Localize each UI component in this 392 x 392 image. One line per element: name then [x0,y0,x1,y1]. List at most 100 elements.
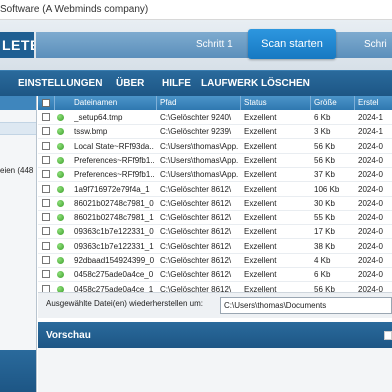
table-row[interactable]: Local State~RFf93da... C:\Users\thomas\Ap… [38,139,392,154]
status-dot-icon [57,171,64,179]
header-separator [240,96,241,110]
table-row[interactable]: 09363c1b7e122331_1 C:\Gelöschter 8612\ Exz… [38,239,392,254]
window-title: Software (A Webminds company) [0,4,149,15]
column-status[interactable]: Status [244,98,267,107]
row-status: Exzellent [244,113,277,122]
row-filename: 1a9f716972e79f4a_1 [74,184,150,194]
column-path[interactable]: Pfad [160,98,176,107]
row-path: C:\Gelöschter 9240\ [160,113,232,122]
row-status: Exzellent [244,241,277,251]
table-row[interactable]: _setup64.tmp C:\Gelöschter 9240\ Exzellent… [38,110,392,125]
row-path: C:\Users\thomas\App... [160,141,238,151]
status-dot-icon [57,142,64,150]
table-row[interactable]: 86021b02748c7981_0 C:\Gelöschter 8612\ Exz… [38,196,392,211]
table-row[interactable]: 09363c1b7e122331_0 C:\Gelöschter 8612\ Exz… [38,224,392,240]
scan-start-button[interactable]: Scan starten [248,29,336,59]
status-dot-icon [57,156,64,164]
row-size: 56 Kb [314,284,335,292]
row-checkbox[interactable] [42,256,50,264]
row-status: Exzellent [244,284,277,292]
title-bar: Software (A Webminds company) [0,0,392,20]
table-row[interactable]: 0458c275ade0a4ce_1 C:\Gelöschter 8612\ Exz… [38,282,392,292]
row-checkbox[interactable] [42,113,50,121]
row-path: C:\Gelöschter 8612\ [160,241,232,251]
row-size: 6 Kb [314,270,331,280]
table-row[interactable]: 0458c275ade0a4ce_0 C:\Gelöschter 8612\ Exz… [38,267,392,283]
table-row[interactable]: Preferences~RFf9fb1... C:\Users\thomas\Ap… [38,167,392,183]
row-filename: 0458c275ade0a4ce_0 [74,270,154,280]
row-size: 106 Kb [314,184,340,194]
row-checkbox[interactable] [42,184,50,193]
row-checkbox[interactable] [42,227,50,236]
row-checkbox[interactable] [42,127,50,136]
menu-settings[interactable]: EINSTELLUNGEN [18,78,102,89]
table-row[interactable]: tssw.bmp C:\Gelöschter 9239\ Exzellent 3 Kb… [38,124,392,140]
row-checkbox[interactable] [42,284,50,292]
status-dot-icon [57,257,64,264]
column-created[interactable]: Erstel [358,98,378,107]
row-created: 2024-0 [358,155,383,165]
preview-toggle-checkbox[interactable] [384,331,392,340]
row-created: 2024-0 [358,284,383,292]
row-size: 4 Kb [314,256,331,265]
row-filename: 86021b02748c7981_0 [74,198,154,208]
select-all-checkbox[interactable] [42,99,50,107]
row-status: Exzellent [244,213,277,223]
row-checkbox[interactable] [42,198,50,207]
row-filename: 0458c275ade0a4ce_1 [74,284,154,292]
row-size: 17 Kb [314,227,335,237]
restore-bar: Ausgewählte Datei(en) wiederherstellen u… [38,292,392,318]
row-path: C:\Gelöschter 8612\ [160,184,232,194]
status-dot-icon [57,199,64,207]
menu-about[interactable]: ÜBER [116,78,144,89]
menu-wipe-drive[interactable]: LAUFWERK LÖSCHEN [201,78,310,89]
step-2-label: Schri [364,39,387,50]
row-status: Exzellent [244,184,277,194]
row-created: 2024-0 [358,213,383,223]
row-checkbox[interactable] [42,170,50,179]
table-row[interactable]: 1a9f716972e79f4a_1 C:\Gelöschter 8612\ Exz… [38,182,392,197]
row-path: C:\Users\thomas\App... [160,170,238,180]
row-path: C:\Gelöschter 8612\ [160,270,232,280]
row-checkbox[interactable] [42,241,50,250]
table-row[interactable]: Preferences~RFf9fb1... C:\Users\thomas\Ap… [38,153,392,168]
column-size[interactable]: Größe [314,98,337,107]
table-row[interactable]: 92dbaad154924399_0 C:\Gelöschter 8612\ Exz… [38,253,392,268]
row-checkbox[interactable] [42,213,50,222]
row-created: 2024-0 [358,227,383,237]
menu-help[interactable]: HILFE [162,78,191,89]
row-checkbox[interactable] [42,155,50,164]
row-size: 38 Kb [314,241,335,251]
row-checkbox[interactable] [42,270,50,279]
preview-area [38,348,392,392]
file-table-header: Dateinamen Pfad Status Größe Erstel [38,96,392,110]
header-separator [354,96,355,110]
status-dot-icon [57,228,64,236]
row-path: C:\Gelöschter 9239\ [160,127,232,137]
row-filename: 92dbaad154924399_0 [74,256,154,265]
row-status: Exzellent [244,227,277,237]
status-dot-icon [57,242,64,250]
row-path: C:\Users\thomas\App... [160,155,238,165]
table-row[interactable]: 86021b02748c7981_1 C:\Gelöschter 8612\ Exz… [38,210,392,226]
status-dot-icon [57,114,64,121]
row-path: C:\Gelöschter 8612\ [160,284,232,292]
row-checkbox[interactable] [42,141,50,150]
row-path: C:\Gelöschter 8612\ [160,227,232,237]
row-size: 3 Kb [314,127,331,137]
restore-path-input[interactable] [220,297,392,314]
row-filename: Preferences~RFf9fb1... [74,155,154,165]
row-created: 2024-0 [358,198,383,208]
menu-bar: EINSTELLUNGEN ÜBER HILFE LAUFWERK LÖSCHE… [0,70,392,96]
header-separator [54,96,55,110]
row-status: Exzellent [244,198,277,208]
drive-tree-item-label[interactable]: eien (448 [0,166,33,175]
column-filename[interactable]: Dateinamen [74,98,117,107]
row-filename: 09363c1b7e122331_1 [74,241,154,251]
row-created: 2024-1 [358,127,383,137]
header-separator [156,96,157,110]
drive-tree-selected-item[interactable] [0,122,36,135]
row-path: C:\Gelöschter 8612\ [160,198,232,208]
drive-tree-header [0,96,36,110]
row-filename: Local State~RFf93da... [74,141,154,151]
